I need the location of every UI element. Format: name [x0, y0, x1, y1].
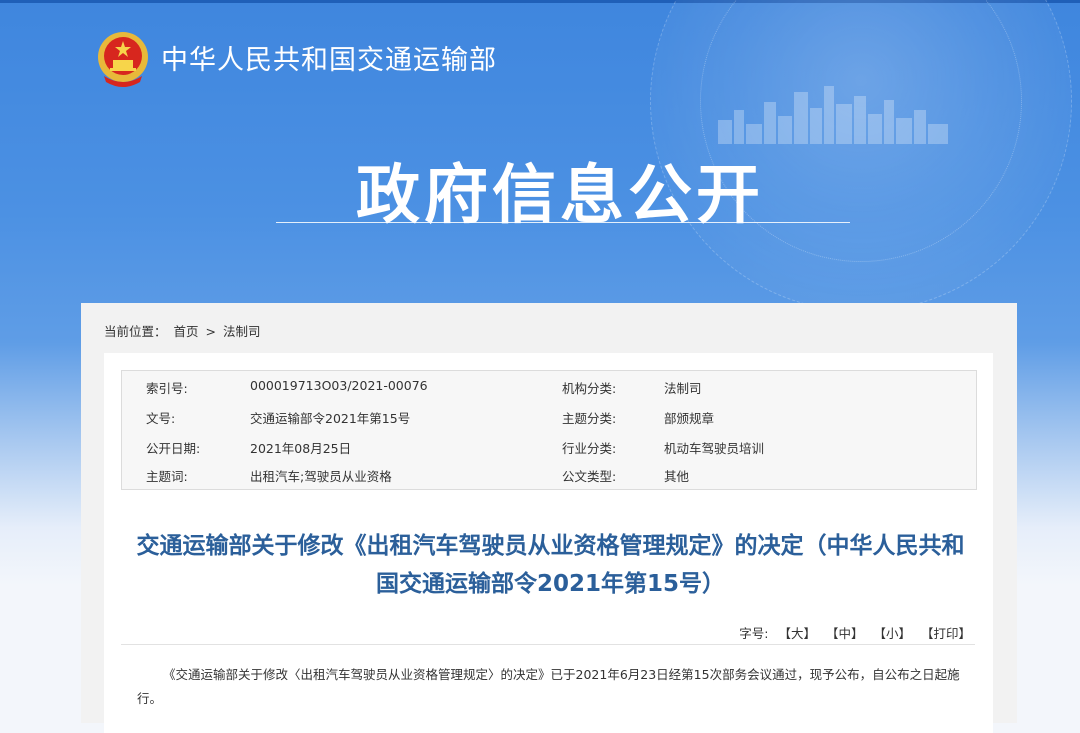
theme-value: 部颁规章: [664, 411, 715, 426]
metadata-row: 公开日期: 2021年08月25日 行业分类: 机动车驾驶员培训: [122, 438, 976, 466]
index-value: 000019713O03/2021-00076: [250, 378, 428, 393]
industry-label: 行业分类:: [562, 441, 617, 456]
docno-label: 文号:: [146, 411, 176, 426]
document-body: 《交通运输部关于修改〈出租汽车驾驶员从业资格管理规定〉的决定》已于2021年6月…: [137, 667, 960, 706]
index-label: 索引号:: [146, 381, 188, 396]
breadcrumb-home-link[interactable]: 首页: [174, 324, 199, 339]
metadata-row: 索引号: 000019713O03/2021-00076 机构分类: 法制司: [122, 378, 976, 406]
main-panel: 当前位置： 首页 > 法制司 索引号: 000019713O03/2021-00…: [81, 303, 1017, 733]
breadcrumb-current-link[interactable]: 法制司: [223, 324, 261, 339]
font-small-button[interactable]: 【小】: [873, 626, 911, 641]
metadata-row: 主题词: 出租汽车;驾驶员从业资格 公文类型: 其他: [122, 466, 976, 494]
font-medium-button[interactable]: 【中】: [826, 626, 864, 641]
breadcrumb-prefix: 当前位置：: [104, 324, 167, 339]
keywords-label: 主题词:: [146, 469, 188, 484]
title-underline: [276, 222, 850, 223]
metadata-table: 索引号: 000019713O03/2021-00076 机构分类: 法制司 文…: [121, 370, 977, 490]
document-content: 索引号: 000019713O03/2021-00076 机构分类: 法制司 文…: [104, 353, 993, 733]
doc-type-value: 其他: [664, 469, 690, 484]
document-title: 交通运输部关于修改《出租汽车驾驶员从业资格管理规定》的决定（中华人民共和国交通运…: [136, 533, 965, 597]
metadata-row: 文号: 交通运输部令2021年第15号 主题分类: 部颁规章: [122, 408, 976, 436]
theme-label: 主题分类:: [562, 411, 617, 426]
keywords-value: 出租汽车;驾驶员从业资格: [250, 469, 392, 484]
national-emblem-icon: [98, 32, 148, 87]
font-size-label: 字号:: [739, 626, 769, 641]
breadcrumb: 当前位置： 首页 > 法制司: [104, 321, 263, 340]
breadcrumb-separator: >: [205, 324, 216, 339]
city-skyline-icon: [718, 86, 948, 144]
date-label: 公开日期:: [146, 441, 201, 456]
font-size-controls: 字号: 【大】 【中】 【小】 【打印】: [739, 623, 971, 642]
site-name[interactable]: 中华人民共和国交通运输部: [161, 38, 497, 77]
font-large-button[interactable]: 【大】: [778, 626, 816, 641]
industry-value: 机动车驾驶员培训: [664, 441, 765, 456]
date-value: 2021年08月25日: [250, 441, 352, 456]
docno-value: 交通运输部令2021年第15号: [250, 411, 411, 426]
divider: [121, 644, 975, 645]
doc-type-label: 公文类型:: [562, 469, 617, 484]
org-label: 机构分类:: [562, 381, 617, 396]
org-value: 法制司: [664, 381, 702, 396]
print-button[interactable]: 【打印】: [921, 626, 971, 641]
